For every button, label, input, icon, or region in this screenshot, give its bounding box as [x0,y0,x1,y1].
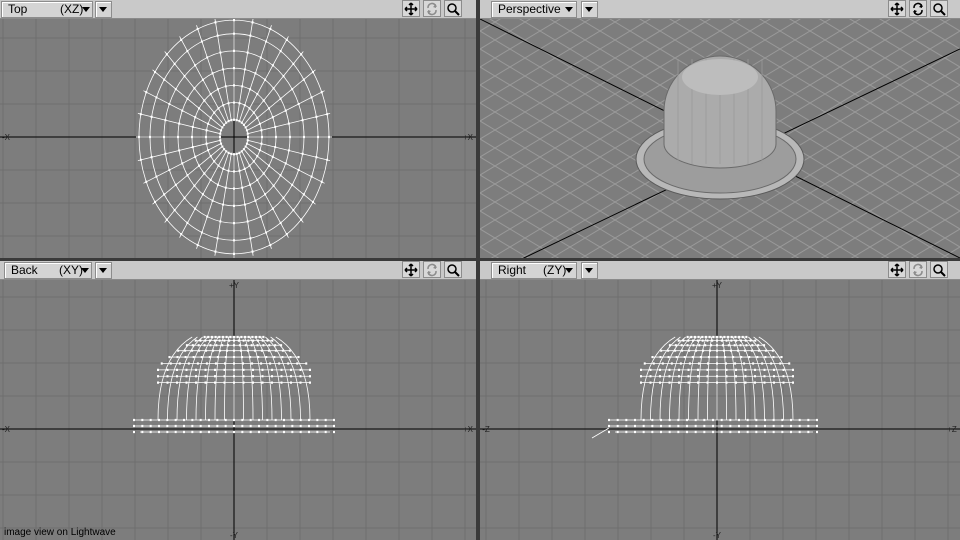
move-view-button[interactable] [402,261,420,278]
viewport-canvas[interactable]: -X +X +Y -Y [0,280,476,540]
rotate-view-button[interactable] [423,261,441,278]
axis-label: -X [2,133,11,142]
axis-label: -Y [713,531,722,540]
rotate-view-button[interactable] [909,0,927,17]
zoom-view-icon [447,3,460,16]
move-view-icon [404,2,418,16]
rotate-view-icon [913,263,923,277]
view-name: Top [8,2,28,16]
hat-model [635,55,805,200]
viewport-options-dropdown[interactable] [581,262,598,279]
axis-label: +Z [947,425,957,434]
wireframe-mesh [591,335,818,439]
move-view-button[interactable] [888,261,906,278]
crown-highlight [682,59,758,95]
viewport-header: Right (ZY) [480,261,960,280]
view-axes: (ZY) [543,263,567,277]
viewport-canvas[interactable]: -Z +Z +Y -Y [480,280,960,540]
zoom-view-icon [933,3,946,16]
wireframe-mesh [133,335,335,434]
rotate-view-icon [427,263,437,277]
view-name: Back [11,263,38,277]
chevron-down-icon [81,268,89,273]
viewport-header: Perspective [480,0,960,19]
zoom-view-icon [447,264,460,277]
chevron-down-icon [99,268,107,273]
axis-label: -Z [482,425,490,434]
chevron-down-icon [585,7,593,12]
zoom-view-button[interactable] [444,0,462,17]
axis-label: +X [463,425,474,434]
zoom-view-icon [933,264,946,277]
axis-label: -X [2,425,11,434]
viewport-perspective[interactable]: Perspective [480,0,960,258]
chevron-down-icon [565,7,573,12]
axis-label: +Y [712,281,723,290]
view-type-select[interactable]: Perspective [491,1,577,18]
viewport-options-dropdown[interactable] [95,1,112,18]
move-view-icon [890,2,904,16]
view-name: Perspective [498,2,561,16]
view-axes: (XY) [59,263,83,277]
move-view-button[interactable] [402,0,420,17]
axis-label: -Y [230,531,239,540]
rotate-view-button[interactable] [909,261,927,278]
viewport-header: Top (XZ) [0,0,476,19]
move-view-button[interactable] [888,0,906,17]
chevron-down-icon [585,268,593,273]
viewport-options-dropdown[interactable] [581,1,598,18]
viewport-options-dropdown[interactable] [95,262,112,279]
grid-lines [480,280,960,540]
chevron-down-icon [82,7,90,12]
mesh-vertices [608,335,818,434]
viewport-top[interactable]: Top (XZ) -X +X [0,0,476,258]
rotate-view-icon [427,2,437,16]
grid-lines [0,19,476,258]
view-name: Right [498,263,527,277]
rotate-view-button[interactable] [423,0,441,17]
viewport-canvas[interactable] [480,19,960,258]
axis-label: +Y [229,281,240,290]
chevron-down-icon [99,7,107,12]
chevron-down-icon [565,268,573,273]
axis-label: +X [463,133,474,142]
zoom-view-button[interactable] [930,0,948,17]
viewport-back[interactable]: Back (XY) -X +X +Y -Y image view on Lightwa… [0,261,476,540]
viewport-header: Back (XY) [0,261,476,280]
grid-lines [0,280,476,540]
view-type-select[interactable]: Top (XZ) [1,1,93,18]
viewport-canvas[interactable]: -X +X [0,19,476,258]
zoom-view-button[interactable] [444,261,462,278]
move-view-icon [404,263,418,277]
view-type-select[interactable]: Back (XY) [4,262,92,279]
viewport-right[interactable]: Right (ZY) -Z +Z +Y -Y [480,261,960,540]
rotate-view-icon [913,2,923,16]
view-axes: (XZ) [60,2,84,16]
zoom-view-button[interactable] [930,261,948,278]
move-view-icon [890,263,904,277]
view-type-select[interactable]: Right (ZY) [491,262,577,279]
image-caption: image view on Lightwave [4,527,116,538]
